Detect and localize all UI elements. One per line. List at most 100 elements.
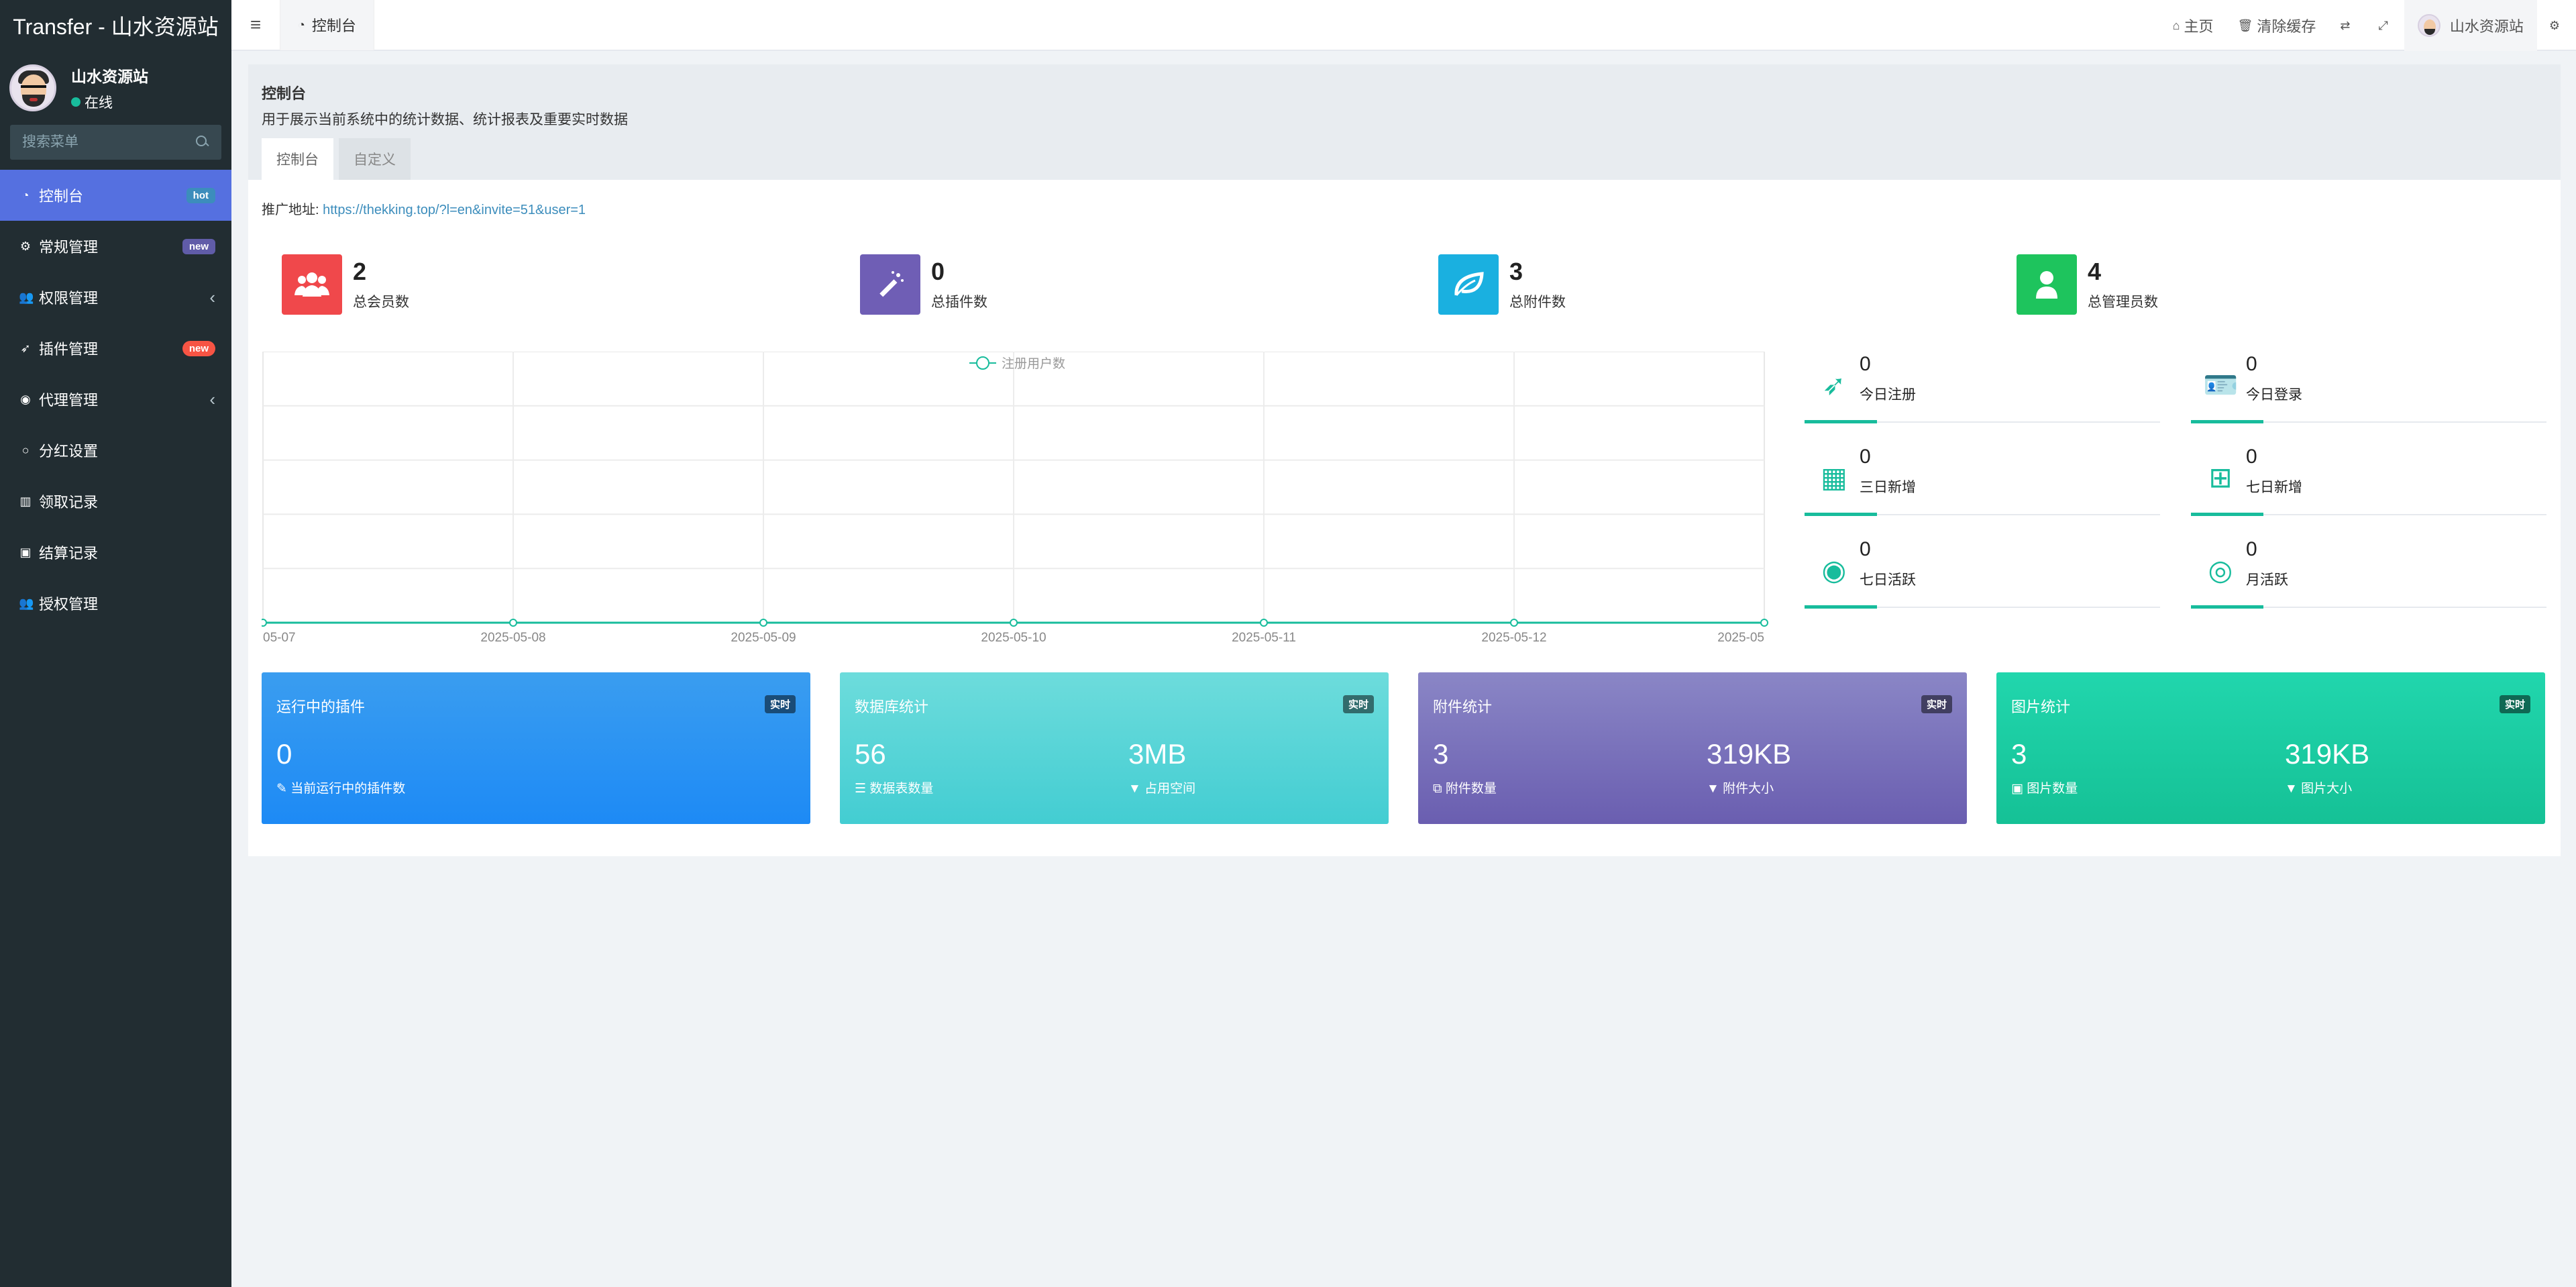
id-card-icon: 🪪 bbox=[2203, 369, 2239, 401]
realtime-badge: 实时 bbox=[764, 695, 796, 713]
realtime-badge: 实时 bbox=[1921, 695, 1952, 713]
magic-icon: ✎ bbox=[276, 782, 291, 796]
image-icon: ▣ bbox=[2011, 782, 2027, 796]
card-label-secondary: ▼ 图片大小 bbox=[2285, 778, 2352, 796]
filter-icon: ▼ bbox=[2285, 782, 2302, 796]
settings-button[interactable]: ⚙ bbox=[2537, 0, 2576, 51]
user-circle-o-icon: ◎ bbox=[2208, 554, 2233, 586]
user-menu[interactable]: 山水资源站 bbox=[2404, 0, 2537, 51]
tab-console[interactable]: 控制台 bbox=[262, 138, 333, 180]
header-right: ⌂ 主页 🗑 清除缓存 ⇄ ⤢ 山水资源站 ⚙ bbox=[2161, 0, 2576, 51]
data-point bbox=[1260, 619, 1268, 627]
data-point bbox=[1510, 619, 1518, 627]
sidebar-item-label: 权限管理 bbox=[39, 290, 99, 307]
card-label-secondary: ▼ 附件大小 bbox=[1707, 778, 1774, 796]
app-title[interactable]: Transfer - 山水资源站 bbox=[0, 0, 231, 51]
card-value-secondary: 3MB bbox=[1128, 738, 1187, 770]
card-title: 附件统计 bbox=[1433, 699, 1493, 715]
header-user-name: 山水资源站 bbox=[2449, 18, 2524, 35]
fullscreen-button[interactable]: ⤢ bbox=[2366, 0, 2404, 51]
filter-icon: ▼ bbox=[1128, 782, 1145, 796]
magic-icon bbox=[860, 254, 920, 315]
x-tick-label: 2025-05-09 bbox=[731, 631, 796, 645]
promo-link[interactable]: https://thekking.top/?l=en&invite=51&use… bbox=[323, 203, 586, 217]
mini-stat-seven-day-new: ⊞ 0 七日新增 bbox=[2191, 446, 2546, 516]
stat-plugins: 0 总插件数 bbox=[860, 251, 987, 318]
card-value: 3 bbox=[1433, 738, 1449, 770]
mini-stat-label: 三日新增 bbox=[1860, 480, 1916, 495]
home-link[interactable]: ⌂ 主页 bbox=[2161, 0, 2226, 51]
card-title: 图片统计 bbox=[2011, 699, 2071, 715]
list-icon: ▥ bbox=[19, 494, 32, 508]
sidebar-item-claims[interactable]: ▥ 领取记录 bbox=[0, 476, 231, 527]
search-input[interactable] bbox=[22, 134, 183, 150]
card-attachments: 附件统计 实时 3 ⧉ 附件数量 319KB ▼ 附件大小 bbox=[1418, 672, 1967, 824]
files-icon: ⧉ bbox=[1433, 782, 1446, 796]
users-icon bbox=[282, 254, 342, 315]
leaf-icon bbox=[1438, 254, 1499, 315]
tab-dashboard[interactable]: ◔ 控制台 bbox=[280, 0, 374, 50]
data-point bbox=[509, 619, 517, 627]
tab-custom[interactable]: 自定义 bbox=[339, 138, 411, 180]
online-dot-icon bbox=[71, 97, 80, 107]
mini-stat-label: 月活跃 bbox=[2246, 572, 2288, 588]
mini-stat-value: 0 bbox=[1860, 538, 1871, 560]
sidebar-item-settlement[interactable]: ▣ 结算记录 bbox=[0, 527, 231, 578]
card-value-secondary: 319KB bbox=[2285, 738, 2370, 770]
tab-label: 控制台 bbox=[311, 17, 356, 34]
language-button[interactable]: ⇄ bbox=[2328, 0, 2366, 51]
x-tick-label: 2025-05-12 bbox=[1481, 631, 1546, 645]
stat-admins: 4 总管理员数 bbox=[2017, 251, 2158, 318]
dashboard-icon: ◔ bbox=[298, 17, 305, 32]
mini-stat-value: 0 bbox=[2246, 446, 2257, 468]
card-label-text: 附件数量 bbox=[1445, 782, 1497, 796]
card-label: ☰ 数据表数量 bbox=[855, 778, 933, 796]
card-database: 数据库统计 实时 56 ☰ 数据表数量 3MB ▼ 占用空间 bbox=[840, 672, 1389, 824]
x-tick-label: 05-07 bbox=[263, 631, 296, 645]
filter-icon: ▼ bbox=[1707, 782, 1723, 796]
x-tick-label: 2025-05-11 bbox=[1232, 631, 1296, 645]
clear-cache-button[interactable]: 🗑 清除缓存 bbox=[2225, 0, 2328, 51]
search-icon[interactable] bbox=[196, 136, 209, 149]
language-icon: ⇄ bbox=[2340, 18, 2351, 32]
sidebar-item-plugins[interactable]: ➶ 插件管理 new bbox=[0, 323, 231, 374]
x-tick-label: 2025-05 bbox=[1717, 631, 1764, 645]
mini-stat-seven-day-active: ◉ 0 七日活跃 bbox=[1805, 538, 2160, 609]
sidebar-item-agents[interactable]: ◉ 代理管理 ‹ bbox=[0, 374, 231, 425]
home-label: 主页 bbox=[2184, 18, 2214, 35]
new-badge: new bbox=[182, 238, 215, 254]
user-icon bbox=[2017, 254, 2077, 315]
mini-stat-today-login: 🪪 0 今日登录 bbox=[2191, 353, 2546, 423]
avatar bbox=[9, 64, 56, 111]
sidebar-item-dividend[interactable]: ○ 分红设置 bbox=[0, 425, 231, 476]
card-label-text: 当前运行中的插件数 bbox=[290, 782, 406, 796]
realtime-badge: 实时 bbox=[2499, 695, 2530, 713]
promo-label: 推广地址: bbox=[262, 203, 319, 217]
mini-stat-value: 0 bbox=[2246, 353, 2257, 375]
data-point bbox=[1760, 619, 1768, 627]
sidebar-item-label: 领取记录 bbox=[39, 494, 99, 511]
chevron-left-icon: ‹ bbox=[209, 389, 215, 409]
stat-label: 总会员数 bbox=[353, 295, 409, 310]
panel-tabs: 控制台 自定义 bbox=[262, 138, 411, 180]
mini-stat-today-register: ➶ 0 今日注册 bbox=[1805, 353, 2160, 423]
user-circle-icon: ◉ bbox=[1821, 554, 1847, 586]
sidebar-item-general[interactable]: ⚙ 常规管理 new bbox=[0, 221, 231, 272]
user-name: 山水资源站 bbox=[71, 68, 148, 85]
card-title: 运行中的插件 bbox=[276, 699, 366, 715]
card-label-text: 图片数量 bbox=[2027, 782, 2078, 796]
card-value: 0 bbox=[276, 738, 292, 770]
sidebar-item-permissions[interactable]: 👥 权限管理 ‹ bbox=[0, 272, 231, 323]
card-label: ⧉ 附件数量 bbox=[1433, 778, 1497, 796]
card-label-text: 占用空间 bbox=[1144, 782, 1196, 796]
menu-toggle-icon[interactable]: ≡ bbox=[231, 14, 280, 36]
card-label: ▣ 图片数量 bbox=[2011, 778, 2078, 796]
top-header: ≡ ◔ 控制台 ⌂ 主页 🗑 清除缓存 ⇄ ⤢ 山水资源站 ⚙ bbox=[231, 0, 2576, 51]
user-status: 在线 bbox=[71, 92, 148, 112]
panel-heading: 控制台 用于展示当前系统中的统计数据、统计报表及重要实时数据 控制台 自定义 bbox=[248, 64, 2561, 180]
sidebar-item-dashboard[interactable]: ◔ 控制台 hot bbox=[0, 170, 231, 221]
image-icon: ▣ bbox=[19, 545, 32, 559]
sidebar-item-authorization[interactable]: 👥 授权管理 bbox=[0, 578, 231, 629]
sidebar-item-label: 插件管理 bbox=[39, 341, 99, 358]
trash-icon: 🗑 bbox=[2237, 18, 2253, 32]
